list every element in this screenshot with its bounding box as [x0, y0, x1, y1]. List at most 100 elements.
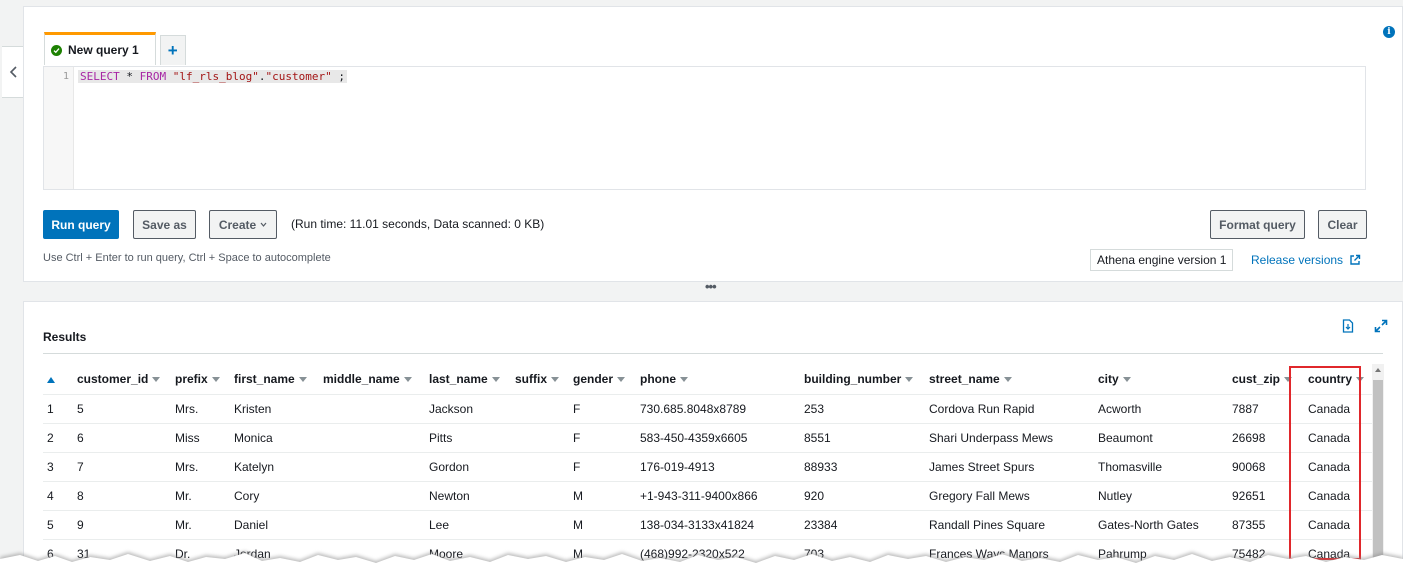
query-editor-panel: i New query 1 + 1 SELECT * FROM "lf_rls_… [23, 6, 1403, 282]
sql-string: "lf_rls_blog" [172, 70, 259, 83]
table-cell: Nutley [1094, 480, 1228, 510]
column-header-cust-zip[interactable]: cust_zip [1228, 364, 1304, 394]
table-cell: Pahrump [1094, 538, 1228, 568]
table-cell: F [569, 422, 636, 452]
column-header-phone[interactable]: phone [636, 364, 800, 394]
scroll-up-arrow-icon[interactable] [1375, 368, 1381, 372]
column-header-customer-id[interactable]: customer_id [73, 364, 171, 394]
tab-new-query-1[interactable]: New query 1 [44, 32, 156, 65]
row-number-cell: 4 [43, 480, 73, 510]
table-cell: Frances Ways Manors [925, 538, 1094, 568]
table-row[interactable]: 2 6 Miss Monica Pitts F 583-450-4359x6605 8551 S… [43, 422, 1372, 452]
table-cell: 87355 [1228, 509, 1304, 539]
table-cell: Beaumont [1094, 422, 1228, 452]
table-cell: Kristen [230, 393, 319, 423]
column-header-gender[interactable]: gender [569, 364, 636, 394]
results-scrollbar[interactable] [1372, 364, 1384, 579]
run-query-button[interactable]: Run query [43, 210, 119, 239]
table-cell: Miss [171, 422, 230, 452]
row-number-cell: 2 [43, 422, 73, 452]
clear-button[interactable]: Clear [1318, 210, 1367, 239]
column-header-label: first_name [234, 371, 295, 386]
format-query-button[interactable]: Format query [1210, 210, 1305, 239]
table-cell: Shari Underpass Mews [925, 422, 1094, 452]
sql-text: ; [331, 70, 345, 83]
release-versions-link[interactable]: Release versions [1251, 253, 1361, 267]
code-line[interactable]: SELECT * FROM "lf_rls_blog"."customer" ; [78, 70, 347, 83]
sort-caret-icon [551, 377, 560, 383]
column-header-building-number[interactable]: building_number [800, 364, 925, 394]
sql-keyword: FROM [139, 70, 167, 83]
column-header-label: street_name [929, 371, 1000, 386]
column-header-prefix[interactable]: prefix [171, 364, 230, 394]
column-header-country[interactable]: country [1304, 364, 1372, 394]
info-icon[interactable]: i [1383, 26, 1395, 38]
sort-caret-icon [617, 377, 626, 383]
table-cell: Canada [1304, 422, 1372, 452]
column-header-street-name[interactable]: street_name [925, 364, 1094, 394]
table-cell: 75482 [1228, 538, 1304, 568]
column-header-last-name[interactable]: last_name [425, 364, 511, 394]
column-header-label: customer_id [77, 371, 149, 386]
resize-handle[interactable]: ••• [705, 279, 717, 294]
table-cell: 7887 [1228, 393, 1304, 423]
download-icon[interactable] [1342, 319, 1354, 333]
table-cell: Mr. [171, 480, 230, 510]
sort-caret-icon [1284, 377, 1293, 383]
row-number-header[interactable] [43, 364, 73, 394]
run-info-text: (Run time: 11.01 seconds, Data scanned: … [291, 217, 545, 231]
table-cell: 88933 [800, 451, 925, 481]
table-cell: Canada [1304, 538, 1372, 568]
table-cell: Mr. [171, 509, 230, 539]
table-row[interactable]: 5 9 Mr. Daniel Lee M 138-034-3133x41824 23384 Ra… [43, 509, 1372, 539]
save-as-button[interactable]: Save as [133, 210, 196, 239]
table-cell: Canada [1304, 509, 1372, 539]
sort-caret-icon [491, 377, 500, 383]
table-cell: Cordova Run Rapid [925, 393, 1094, 423]
release-versions-label: Release versions [1251, 253, 1344, 267]
column-header-city[interactable]: city [1094, 364, 1228, 394]
column-header-label: building_number [804, 371, 902, 386]
external-link-icon [1350, 254, 1361, 265]
table-cell [319, 538, 425, 568]
table-row[interactable]: 6 31 Dr. Jordan Moore M (468)992-2320x522 703 Fr… [43, 538, 1372, 568]
column-header-label: cust_zip [1232, 371, 1281, 386]
table-row[interactable]: 1 5 Mrs. Kristen Jackson F 730.685.8048x8789 25… [43, 393, 1372, 423]
table-cell: Mrs. [171, 393, 230, 423]
row-number-cell: 1 [43, 393, 73, 423]
table-cell [511, 422, 569, 452]
table-cell: Canada [1304, 393, 1372, 423]
sort-caret-icon [680, 377, 688, 383]
column-header-suffix[interactable]: suffix [511, 364, 569, 394]
sql-editor[interactable]: 1 SELECT * FROM "lf_rls_blog"."customer"… [43, 66, 1366, 190]
sort-caret-icon [152, 377, 161, 383]
column-header-label: phone [640, 371, 676, 386]
table-cell: F [569, 393, 636, 423]
expand-icon[interactable] [1374, 319, 1388, 333]
results-table: customer_id prefix first_name middle_nam… [43, 364, 1372, 568]
keyboard-hint: Use Ctrl + Enter to run query, Ctrl + Sp… [43, 252, 331, 264]
table-cell: Dr. [171, 538, 230, 568]
table-cell: M [569, 509, 636, 539]
table-cell: Monica [230, 422, 319, 452]
table-cell [319, 393, 425, 423]
table-cell: Gates-North Gates [1094, 509, 1228, 539]
table-row[interactable]: 3 7 Mrs. Katelyn Gordon F 176-019-4913 88933 Jam… [43, 451, 1372, 481]
collapse-panel-button[interactable] [2, 46, 24, 98]
column-header-middle-name[interactable]: middle_name [319, 364, 425, 394]
create-dropdown-button[interactable]: Create [209, 210, 277, 239]
scroll-thumb[interactable] [1373, 380, 1383, 579]
chevron-down-icon [260, 222, 267, 227]
results-panel: Results customer_id prefix first_name mi… [23, 301, 1403, 579]
table-row[interactable]: 4 8 Mr. Cory Newton M +1-943-311-9400x866 920 Gr… [43, 480, 1372, 510]
check-circle-icon [51, 44, 62, 56]
table-cell [511, 451, 569, 481]
table-cell: M [569, 480, 636, 510]
table-cell: (468)992-2320x522 [636, 538, 800, 568]
table-cell: 7 [73, 451, 171, 481]
add-tab-button[interactable]: + [159, 35, 186, 65]
column-header-first-name[interactable]: first_name [230, 364, 319, 394]
table-cell [511, 538, 569, 568]
line-gutter: 1 [44, 67, 74, 189]
